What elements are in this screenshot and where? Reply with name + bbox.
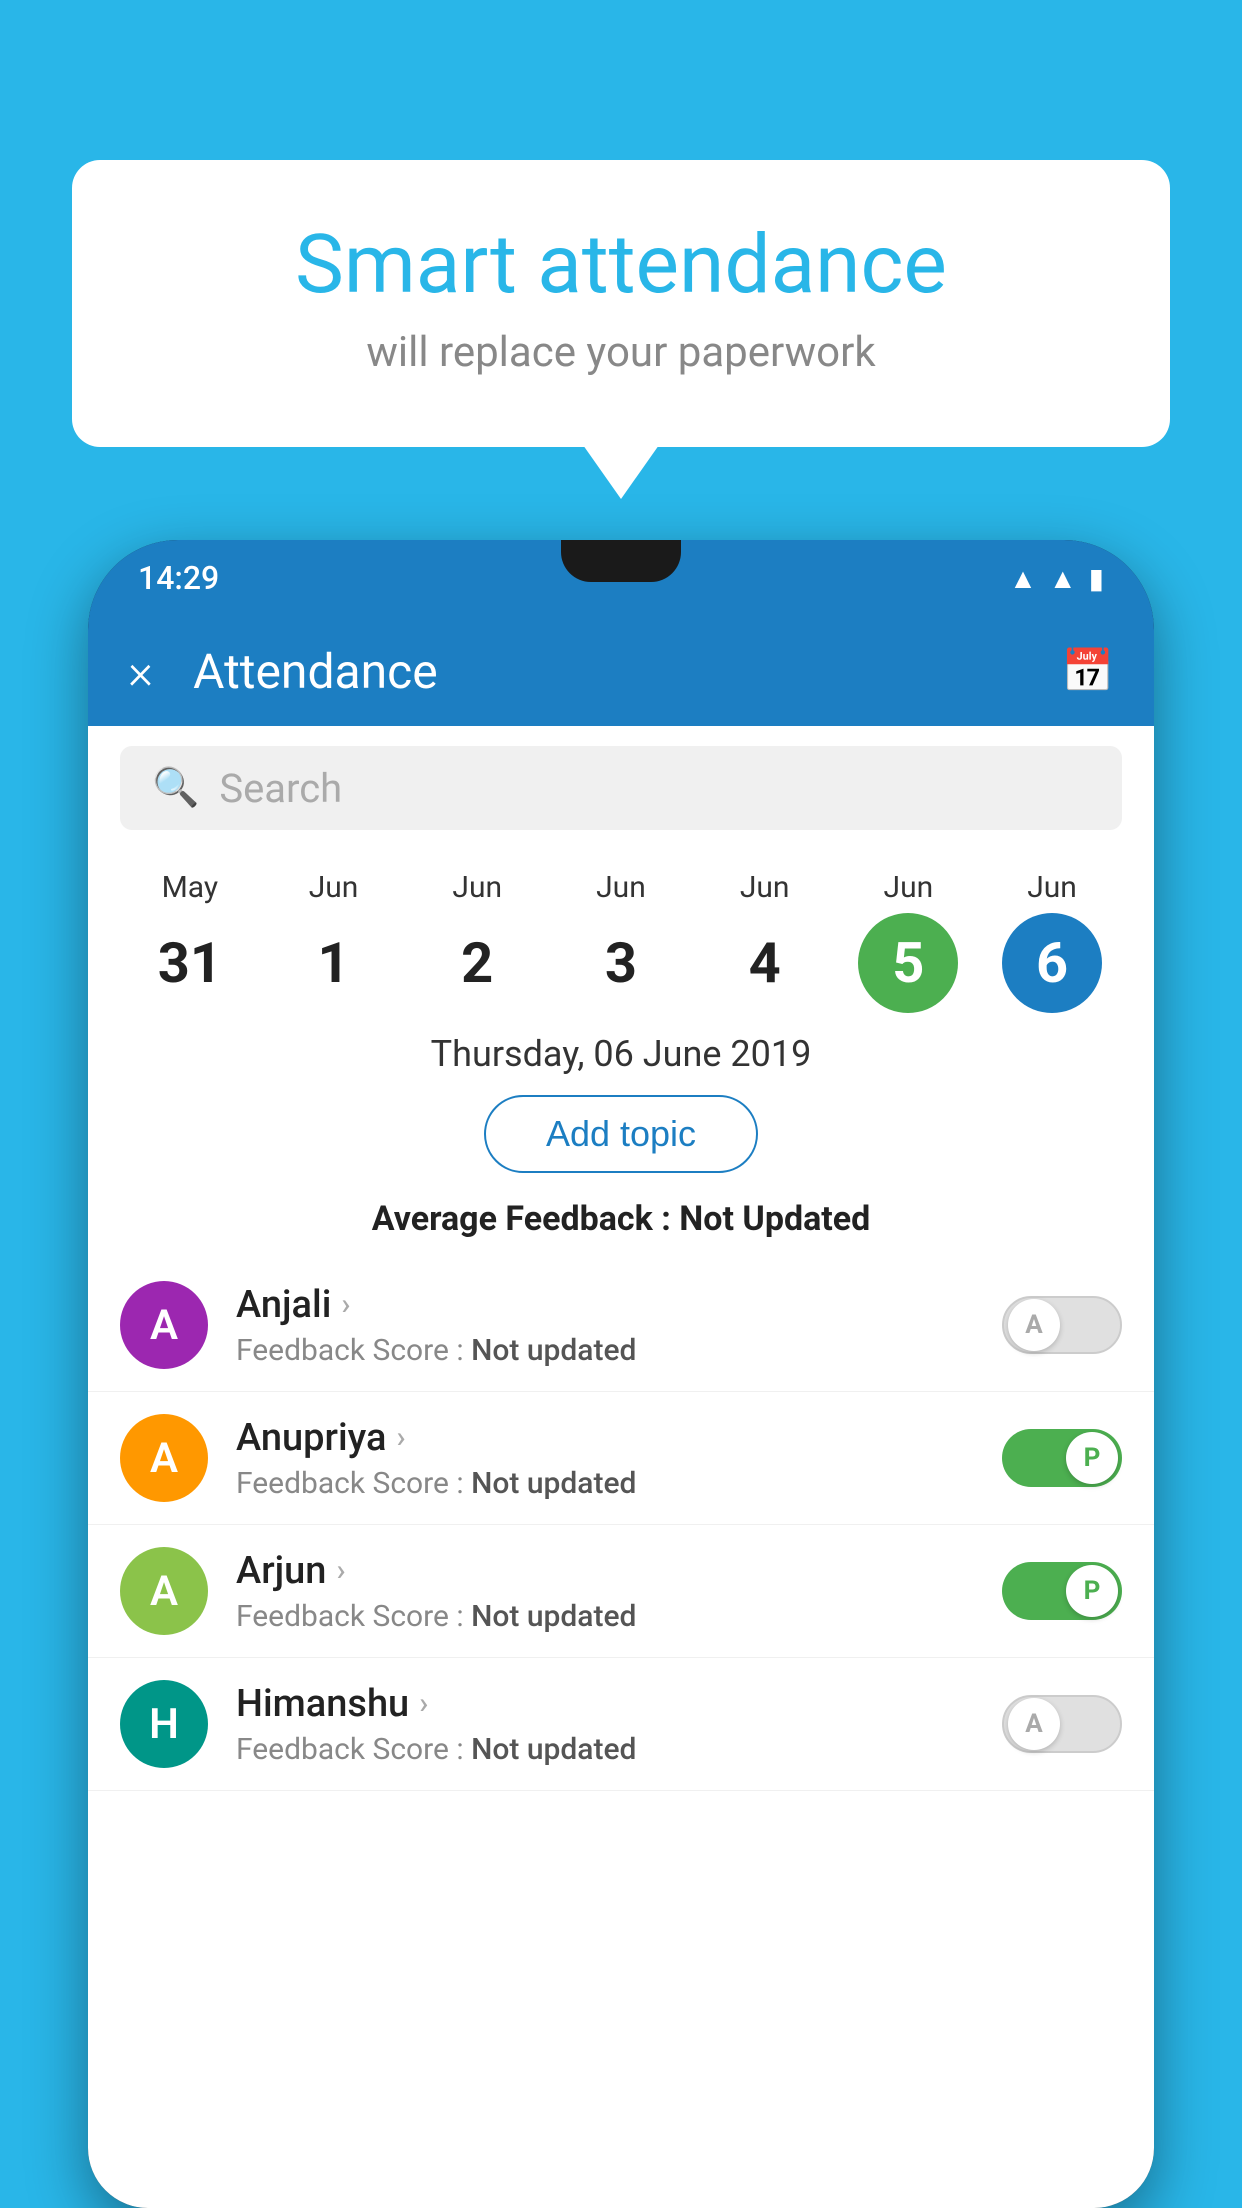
student-avatar-3: H	[120, 1680, 208, 1768]
date-day-1[interactable]: 1	[284, 913, 384, 1013]
calendar-icon[interactable]: 📅	[1062, 647, 1114, 696]
date-strip: May 31 Jun 1 Jun 2 Jun 3 Jun 4 Jun 5 Jun 6	[88, 850, 1154, 1013]
student-info-1: Anupriya› Feedback Score : Not updated	[236, 1416, 974, 1501]
signal-icon: ▲	[1049, 562, 1077, 595]
date-col-1[interactable]: Jun 1	[284, 870, 384, 1013]
battery-icon: ▮	[1089, 562, 1104, 595]
student-name-0: Anjali›	[236, 1283, 974, 1327]
date-day-0[interactable]: 31	[140, 913, 240, 1013]
toggle-knob-2: P	[1066, 1565, 1118, 1617]
speech-bubble-title: Smart attendance	[152, 220, 1090, 310]
student-row-1[interactable]: A Anupriya› Feedback Score : Not updated P	[88, 1392, 1154, 1525]
student-row-3[interactable]: H Himanshu› Feedback Score : Not updated A	[88, 1658, 1154, 1791]
date-col-4[interactable]: Jun 4	[715, 870, 815, 1013]
search-placeholder: Search	[219, 765, 342, 812]
avg-feedback-label: Average Feedback :	[372, 1199, 680, 1239]
student-feedback-2: Feedback Score : Not updated	[236, 1599, 974, 1634]
search-input-container[interactable]: 🔍 Search	[120, 746, 1122, 830]
attendance-toggle-3[interactable]: A	[1002, 1695, 1122, 1753]
student-name-2: Arjun›	[236, 1549, 974, 1593]
date-col-0[interactable]: May 31	[140, 870, 240, 1013]
selected-date: Thursday, 06 June 2019	[88, 1013, 1154, 1085]
student-feedback-0: Feedback Score : Not updated	[236, 1333, 974, 1368]
app-bar: × Attendance 📅	[88, 616, 1154, 726]
student-info-3: Himanshu› Feedback Score : Not updated	[236, 1682, 974, 1767]
search-bar: 🔍 Search	[88, 726, 1154, 850]
student-avatar-2: A	[120, 1547, 208, 1635]
date-col-5[interactable]: Jun 5	[858, 870, 958, 1013]
speech-bubble-container: Smart attendance will replace your paper…	[72, 160, 1170, 447]
student-info-2: Arjun› Feedback Score : Not updated	[236, 1549, 974, 1634]
date-month-3: Jun	[596, 870, 646, 905]
attendance-toggle-1[interactable]: P	[1002, 1429, 1122, 1487]
avg-feedback-value: Not Updated	[679, 1199, 870, 1239]
student-feedback-3: Feedback Score : Not updated	[236, 1732, 974, 1767]
add-topic-container: Add topic	[88, 1085, 1154, 1191]
student-avatar-1: A	[120, 1414, 208, 1502]
add-topic-button[interactable]: Add topic	[484, 1095, 758, 1173]
toggle-knob-1: P	[1066, 1432, 1118, 1484]
date-col-2[interactable]: Jun 2	[427, 870, 527, 1013]
attendance-toggle-2[interactable]: P	[1002, 1562, 1122, 1620]
speech-bubble-subtitle: will replace your paperwork	[152, 328, 1090, 377]
average-feedback: Average Feedback : Not Updated	[88, 1191, 1154, 1259]
student-name-1: Anupriya›	[236, 1416, 974, 1460]
search-icon: 🔍	[152, 766, 199, 810]
phone-screen: 🔍 Search May 31 Jun 1 Jun 2 Jun 3 Jun 4 Jun 5 Jun 6 T…	[88, 726, 1154, 2208]
date-day-5[interactable]: 5	[858, 913, 958, 1013]
student-chevron-1: ›	[396, 1420, 405, 1455]
student-chevron-2: ›	[336, 1553, 345, 1588]
date-month-5: Jun	[884, 870, 934, 905]
status-time: 14:29	[138, 559, 219, 597]
date-month-1: Jun	[309, 870, 359, 905]
student-feedback-1: Feedback Score : Not updated	[236, 1466, 974, 1501]
student-row-0[interactable]: A Anjali› Feedback Score : Not updated A	[88, 1259, 1154, 1392]
student-list: AAnjali›Feedback Score : Not updatedAAAn…	[88, 1259, 1154, 1791]
phone-frame: 14:29 ▲ ▲ ▮ × Attendance 📅 🔍 Search May 3…	[88, 540, 1154, 2208]
toggle-knob-3: A	[1008, 1698, 1060, 1750]
student-info-0: Anjali› Feedback Score : Not updated	[236, 1283, 974, 1368]
app-bar-title: Attendance	[193, 643, 1022, 700]
student-row-2[interactable]: A Arjun› Feedback Score : Not updated P	[88, 1525, 1154, 1658]
date-col-6[interactable]: Jun 6	[1002, 870, 1102, 1013]
date-day-6[interactable]: 6	[1002, 913, 1102, 1013]
speech-bubble: Smart attendance will replace your paper…	[72, 160, 1170, 447]
attendance-toggle-0[interactable]: A	[1002, 1296, 1122, 1354]
student-avatar-0: A	[120, 1281, 208, 1369]
student-chevron-0: ›	[341, 1287, 350, 1322]
status-icons: ▲ ▲ ▮	[1009, 562, 1104, 595]
date-month-4: Jun	[740, 870, 790, 905]
date-month-6: Jun	[1027, 870, 1077, 905]
date-month-2: Jun	[452, 870, 502, 905]
close-button[interactable]: ×	[128, 643, 153, 700]
date-col-3[interactable]: Jun 3	[571, 870, 671, 1013]
toggle-knob-0: A	[1008, 1299, 1060, 1351]
student-name-3: Himanshu›	[236, 1682, 974, 1726]
date-month-0: May	[162, 870, 218, 905]
date-day-3[interactable]: 3	[571, 913, 671, 1013]
status-bar: 14:29 ▲ ▲ ▮	[88, 540, 1154, 616]
date-day-4[interactable]: 4	[715, 913, 815, 1013]
student-chevron-3: ›	[419, 1686, 428, 1721]
wifi-icon: ▲	[1009, 562, 1037, 595]
date-day-2[interactable]: 2	[427, 913, 527, 1013]
